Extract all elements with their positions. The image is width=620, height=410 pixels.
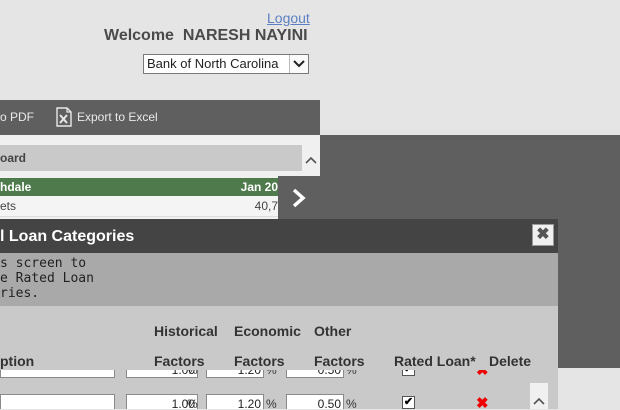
pct-label: % (187, 370, 198, 377)
col-historical-bottom: Factors (154, 353, 205, 369)
delete-icon[interactable]: ✖ (476, 370, 489, 378)
col-description: ption (0, 353, 35, 369)
expand-panel-button[interactable] (278, 176, 320, 219)
chevron-right-icon (291, 188, 307, 213)
economic-input[interactable]: 1.20 (206, 370, 264, 378)
pct-label: % (266, 370, 277, 377)
branch-date: Jan 20 (240, 180, 278, 194)
bank-select-value: Bank of North Carolina (147, 56, 279, 71)
excel-icon[interactable] (55, 107, 73, 132)
export-excel-button[interactable]: Export to Excel (77, 110, 158, 124)
row-label: ets (0, 199, 17, 213)
col-historical-top: Historical (154, 323, 218, 339)
col-economic-bottom: Factors (234, 353, 285, 369)
rated-loan-checkbox[interactable]: ✔ (402, 396, 415, 409)
col-other-bottom: Factors (314, 353, 365, 369)
close-icon[interactable]: ✖ (532, 224, 554, 246)
bank-select[interactable]: Bank of North Carolina (143, 54, 309, 74)
table-row: 1.00 % 1.20 % 0.50 % ✔ ✖ (0, 394, 530, 409)
chevron-up-icon[interactable] (533, 392, 545, 410)
pct-label: % (346, 370, 357, 377)
dashboard-header: oard (0, 145, 302, 171)
rated-loan-checkbox[interactable]: ✔ (402, 370, 415, 376)
col-delete: Delete (489, 353, 532, 369)
export-pdf-button[interactable]: o PDF (0, 110, 34, 124)
branch-row[interactable]: hdale Jan 20 (0, 178, 278, 196)
description-line: ries. (0, 286, 40, 301)
branch-name: hdale (0, 180, 32, 194)
col-rated-loan: Rated Loan* (394, 353, 476, 369)
welcome-text: Welcome NARESH NAYINI (104, 27, 308, 44)
modal-title: l Loan Categories (0, 228, 135, 245)
modal-title-bar: l Loan Categories (0, 219, 558, 253)
description-input[interactable] (0, 370, 115, 378)
pct-label: % (187, 397, 198, 409)
grid-rows: 1.00 % 1.20 % 0.50 % ✔ ✖ 1.00 % 1.20 % 0… (0, 370, 530, 409)
chevron-down-icon (289, 55, 308, 73)
other-input[interactable]: 0.50 (286, 370, 344, 378)
dashboard-title: oard (0, 151, 27, 165)
table-row: ets 40,7 (0, 196, 278, 217)
table-row: 1.00 % 1.20 % 0.50 % ✔ ✖ (0, 370, 530, 380)
description-line: s screen to (0, 256, 87, 271)
export-toolbar: o PDF Export to Excel (0, 100, 320, 135)
logout-link[interactable]: Logout (267, 10, 310, 26)
description-input[interactable] (0, 394, 115, 409)
pct-label: % (266, 397, 277, 409)
col-economic-top: Economic (234, 323, 301, 339)
grid-scrollbar[interactable] (530, 383, 548, 409)
modal-description: s screen to e Rated Loan ries. (0, 253, 558, 306)
chevron-up-icon[interactable] (305, 151, 317, 169)
description-line: e Rated Loan (0, 271, 94, 286)
row-value: 40,7 (254, 199, 278, 213)
pct-label: % (346, 397, 357, 409)
other-input[interactable]: 0.50 (286, 394, 344, 409)
delete-icon[interactable]: ✖ (476, 396, 489, 409)
col-other-top: Other (314, 323, 352, 339)
economic-input[interactable]: 1.20 (206, 394, 264, 409)
